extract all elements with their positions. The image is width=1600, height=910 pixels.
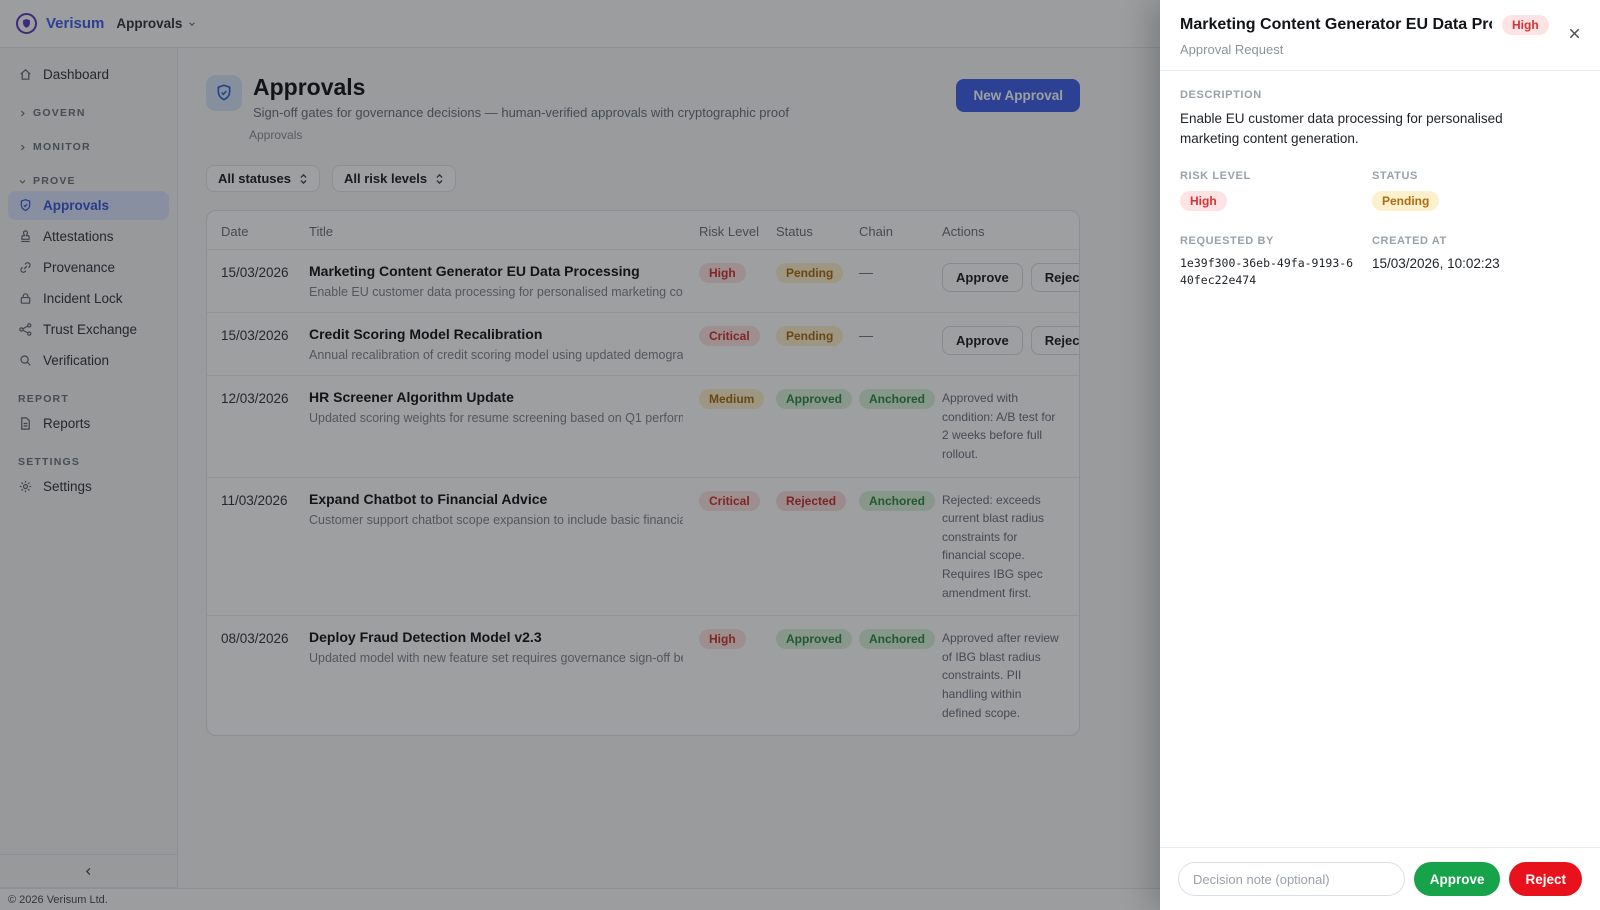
risk-level-label: RISK LEVEL — [1180, 170, 1372, 182]
risk-badge: High — [1502, 15, 1549, 35]
requested-by-label: REQUESTED BY — [1180, 235, 1372, 247]
approve-button[interactable]: Approve — [1414, 862, 1501, 896]
drawer-footer: Approve Reject — [1160, 847, 1600, 910]
drawer-header: Marketing Content Generator EU Data Proc… — [1160, 0, 1600, 71]
description-text: Enable EU customer data processing for p… — [1180, 109, 1545, 150]
drawer-title: Marketing Content Generator EU Data Proc… — [1180, 16, 1492, 34]
risk-badge: High — [1180, 191, 1227, 211]
close-icon[interactable] — [1567, 26, 1582, 41]
status-label: STATUS — [1372, 170, 1580, 182]
requested-by-value: 1e39f300-36eb-49fa-9193-640fec22e474 — [1180, 255, 1356, 291]
reject-button[interactable]: Reject — [1509, 862, 1582, 896]
description-label: DESCRIPTION — [1180, 89, 1580, 101]
created-at-value: 15/03/2026, 10:02:23 — [1372, 256, 1580, 271]
created-at-label: CREATED AT — [1372, 235, 1580, 247]
drawer-subtitle: Approval Request — [1180, 42, 1580, 57]
status-badge: Pending — [1372, 191, 1439, 211]
drawer-body: DESCRIPTION Enable EU customer data proc… — [1160, 71, 1600, 847]
approval-detail-drawer: Marketing Content Generator EU Data Proc… — [1160, 0, 1600, 910]
decision-note-input[interactable] — [1178, 862, 1405, 896]
